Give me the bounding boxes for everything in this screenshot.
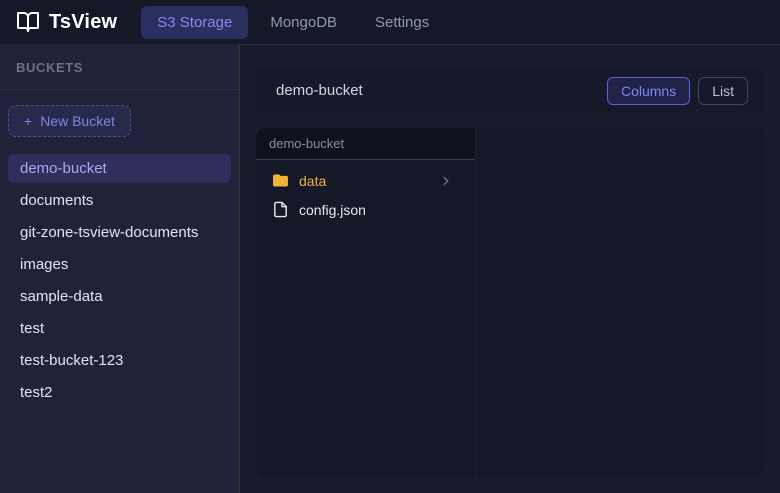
- bucket-item-test[interactable]: test: [8, 314, 231, 343]
- bucket-item-test-bucket-123[interactable]: test-bucket-123: [8, 346, 231, 375]
- nav-tab-mongodb[interactable]: MongoDB: [254, 6, 353, 39]
- column-items: data: [256, 160, 475, 230]
- new-bucket-label: New Bucket: [40, 113, 115, 129]
- plus-icon: +: [24, 113, 32, 129]
- new-bucket-button[interactable]: + New Bucket: [8, 105, 131, 137]
- bucket-item-sample-data[interactable]: sample-data: [8, 282, 231, 311]
- files-panel: demo-bucket data: [256, 128, 764, 477]
- bucket-header-bar: demo-bucket Columns List: [256, 68, 764, 113]
- file-icon: [272, 201, 289, 218]
- columns-view-button[interactable]: Columns: [607, 77, 690, 105]
- nav-tab-settings[interactable]: Settings: [359, 6, 445, 39]
- bucket-item-git-zone-tsview-documents[interactable]: git-zone-tsview-documents: [8, 218, 231, 247]
- column-header: demo-bucket: [256, 128, 475, 160]
- list-view-button[interactable]: List: [698, 77, 748, 105]
- bucket-title: demo-bucket: [276, 82, 363, 99]
- folder-row-data[interactable]: data: [262, 166, 469, 195]
- bucket-item-images[interactable]: images: [8, 250, 231, 279]
- bucket-item-documents[interactable]: documents: [8, 186, 231, 215]
- bucket-list: demo-bucket documents git-zone-tsview-do…: [8, 154, 231, 407]
- file-column: demo-bucket data: [256, 128, 476, 477]
- file-name: config.json: [299, 202, 366, 218]
- top-navbar: TsView S3 Storage MongoDB Settings: [0, 0, 780, 45]
- chevron-right-icon: [439, 174, 459, 188]
- folder-icon: [272, 172, 289, 189]
- book-open-icon: [16, 10, 40, 34]
- sidebar: BUCKETS + New Bucket demo-bucket documen…: [0, 45, 240, 493]
- nav-tab-s3-storage[interactable]: S3 Storage: [141, 6, 248, 39]
- app-title: TsView: [49, 11, 117, 34]
- file-name: data: [299, 173, 326, 189]
- main-nav: S3 Storage MongoDB Settings: [141, 6, 445, 39]
- bucket-list-container: + New Bucket demo-bucket documents git-z…: [0, 90, 239, 418]
- file-row-config-json[interactable]: config.json: [262, 195, 469, 224]
- buckets-section-header: BUCKETS: [0, 45, 239, 90]
- bucket-item-test2[interactable]: test2: [8, 378, 231, 407]
- app-logo: TsView: [16, 10, 117, 34]
- bucket-item-demo-bucket[interactable]: demo-bucket: [8, 154, 231, 183]
- view-toggle: Columns List: [607, 77, 748, 105]
- main-content: demo-bucket Columns List demo-bucket da: [240, 45, 780, 493]
